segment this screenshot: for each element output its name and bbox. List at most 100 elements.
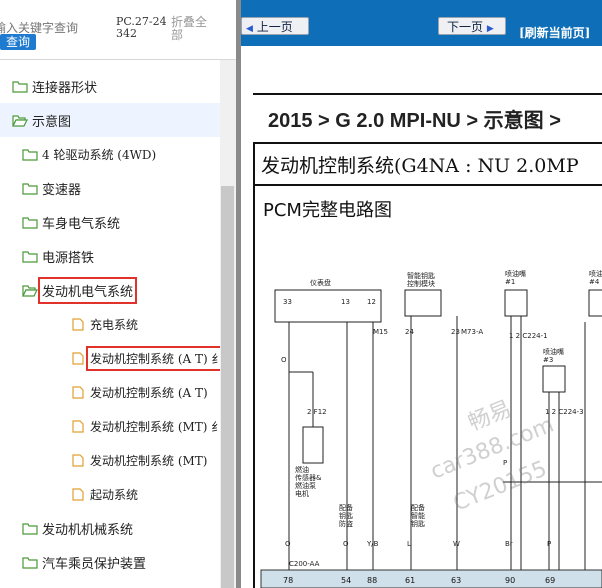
tree-item-label: 起动系统	[90, 487, 139, 502]
wire-o-1: O	[281, 356, 287, 364]
injector-4-num: #4	[589, 278, 600, 286]
injector-4-label: 喷油	[589, 269, 602, 278]
query-button[interactable]: 查询	[0, 34, 37, 50]
pin-f12: 2 F12	[307, 408, 327, 416]
injector-3-box	[542, 365, 566, 393]
folder-closed-icon	[22, 148, 38, 161]
fuel-sensor-label-3: 燃油泵	[295, 481, 316, 490]
wire-p-2: P	[547, 540, 551, 548]
document-viewer: ◀ 上一页 下一页 ▶ [刷新当前页] 2015 > G 2.0 MPI-NU …	[241, 0, 602, 588]
tree-item-label: 车身电气系统	[42, 216, 121, 232]
immobilizer-label: 配备	[339, 503, 353, 512]
tree-item[interactable]: 示意图	[0, 103, 220, 137]
injector-3-num: #3	[543, 356, 553, 364]
document-icon	[70, 487, 86, 501]
bottom-pin-61: 61	[405, 576, 415, 585]
bottom-pin-78: 78	[283, 576, 293, 585]
bottom-pin-90: 90	[505, 576, 515, 585]
scrollbar-thumb[interactable]	[221, 186, 234, 588]
tree-item-label: 发动机控制系统 (A T)	[90, 385, 208, 400]
wire-p: P	[503, 459, 507, 467]
smartkey-opt-label-3: 钥匙	[411, 519, 425, 528]
injector-4-box	[588, 289, 602, 317]
fuel-sensor-box	[302, 426, 324, 464]
bottom-pin-54: 54	[341, 576, 351, 585]
tree-item[interactable]: 变速器	[0, 171, 220, 205]
left-panel: 查询 PC.27-24342 折叠全部 连接器形状示意图 4 轮驱动系统 (4WD…	[0, 0, 236, 588]
connector-c200aa: C200-AA	[289, 560, 320, 568]
next-page-button[interactable]: 下一页 ▶	[438, 17, 506, 35]
prev-page-button[interactable]: ◀ 上一页	[241, 17, 309, 35]
smart-key-label-2: 控制模块	[407, 279, 435, 288]
injector-1-label: 喷油嘴	[505, 269, 526, 278]
left-toolbar: 查询 PC.27-24342 折叠全部	[0, 0, 236, 60]
tree-item[interactable]: 发动机控制系统 (MT)	[0, 443, 220, 477]
document-icon	[70, 419, 86, 433]
pin-m15: M15	[373, 328, 388, 336]
folder-closed-icon	[22, 522, 38, 535]
tree-view: 连接器形状示意图 4 轮驱动系统 (4WD) 变速器车身电气系统电源搭铁 发动机电气系…	[0, 60, 220, 588]
injector-1-num: #1	[505, 278, 515, 286]
tree-item-label: 4 轮驱动系统 (4WD)	[42, 147, 157, 162]
folder-closed-icon	[22, 216, 38, 229]
tree-item[interactable]: 电源搭铁	[0, 239, 220, 273]
system-title: 发动机控制系统(G4NA : NU 2.0MP	[261, 155, 579, 177]
pin-c224-1: 1 2 C224-1	[509, 332, 548, 340]
tree-item-label: 汽车乘员保护装置	[42, 556, 147, 572]
wire-br: Br	[505, 540, 513, 548]
right-arrow-icon: ▶	[486, 24, 494, 34]
tree-item[interactable]: 充电系统	[0, 307, 220, 341]
wire-o-2: O	[285, 540, 291, 548]
fuel-sensor-label-2: 传感器&	[295, 473, 322, 482]
tree-item-label: 发动机控制系统 (A T) 纟	[85, 345, 220, 371]
tree-item[interactable]: 发动机机械系统	[0, 511, 220, 545]
left-arrow-icon: ◀	[246, 24, 253, 34]
folder-closed-icon	[12, 80, 28, 93]
next-page-label: 下一页	[447, 20, 484, 34]
document-icon	[70, 351, 86, 365]
folder-closed-icon	[22, 250, 38, 263]
tree-item-label: 发动机控制系统 (MT)	[90, 453, 208, 468]
folder-closed-icon	[22, 182, 38, 195]
tree-item[interactable]: 起动系统	[0, 477, 220, 511]
wire-l: L	[407, 540, 411, 548]
title-rule	[253, 93, 602, 95]
tree-item[interactable]: 连接器形状	[0, 69, 220, 103]
pin-24: 24	[405, 328, 414, 336]
tree-item[interactable]: 发动机控制系统 (A T)	[0, 375, 220, 409]
prev-page-label: 上一页	[256, 20, 293, 34]
document-icon	[70, 385, 86, 399]
tree-item-label: 示意图	[32, 114, 72, 130]
wire-w: W	[453, 540, 460, 548]
smart-key-label: 智能钥匙	[407, 271, 435, 280]
fuel-sensor-label: 燃油	[295, 465, 309, 474]
immobilizer-label-2: 钥匙	[339, 511, 353, 520]
document-icon	[70, 453, 86, 467]
collapse-all-link[interactable]: 折叠全部	[171, 16, 213, 42]
tree-item[interactable]: 汽车乘员保护装置	[0, 545, 220, 579]
tree-item[interactable]: 发动机电气系统	[0, 273, 220, 307]
folder-open-icon	[22, 284, 38, 297]
pin-c224-3: 1 2 C224-3	[545, 408, 584, 416]
immobilizer-label-3: 防盗	[339, 519, 353, 528]
tree-item[interactable]: 4 轮驱动系统 (4WD)	[0, 137, 220, 171]
smartkey-opt-label-2: 智能	[411, 511, 425, 520]
bottom-pin-63: 63	[451, 576, 461, 585]
tree-item[interactable]: 车身电气系统	[0, 205, 220, 239]
smart-key-module-box	[404, 289, 442, 317]
pin-13: 13	[341, 298, 350, 306]
instrument-cluster-box	[274, 289, 382, 323]
refresh-page-link[interactable]: [刷新当前页]	[519, 24, 590, 41]
tree-item-label: 发动机控制系统 (MT) 纟	[90, 419, 220, 434]
pin-33: 33	[283, 298, 292, 306]
tree-item[interactable]: 发动机控制系统 (MT) 纟	[0, 409, 220, 443]
page-nav-bar: ◀ 上一页 下一页 ▶ [刷新当前页]	[241, 0, 602, 46]
tree-item-label: 变速器	[42, 182, 82, 198]
fuel-sensor-label-4: 电机	[295, 489, 309, 498]
smartkey-opt-label: 配备	[411, 503, 425, 512]
injector-3-label: 喷油嘴	[543, 347, 564, 356]
tree-item-label: 发动机机械系统	[42, 522, 134, 538]
bottom-pin-88: 88	[367, 576, 377, 585]
instrument-cluster-label: 仪表盘	[310, 278, 331, 287]
tree-item[interactable]: 发动机控制系统 (A T) 纟	[0, 341, 220, 375]
